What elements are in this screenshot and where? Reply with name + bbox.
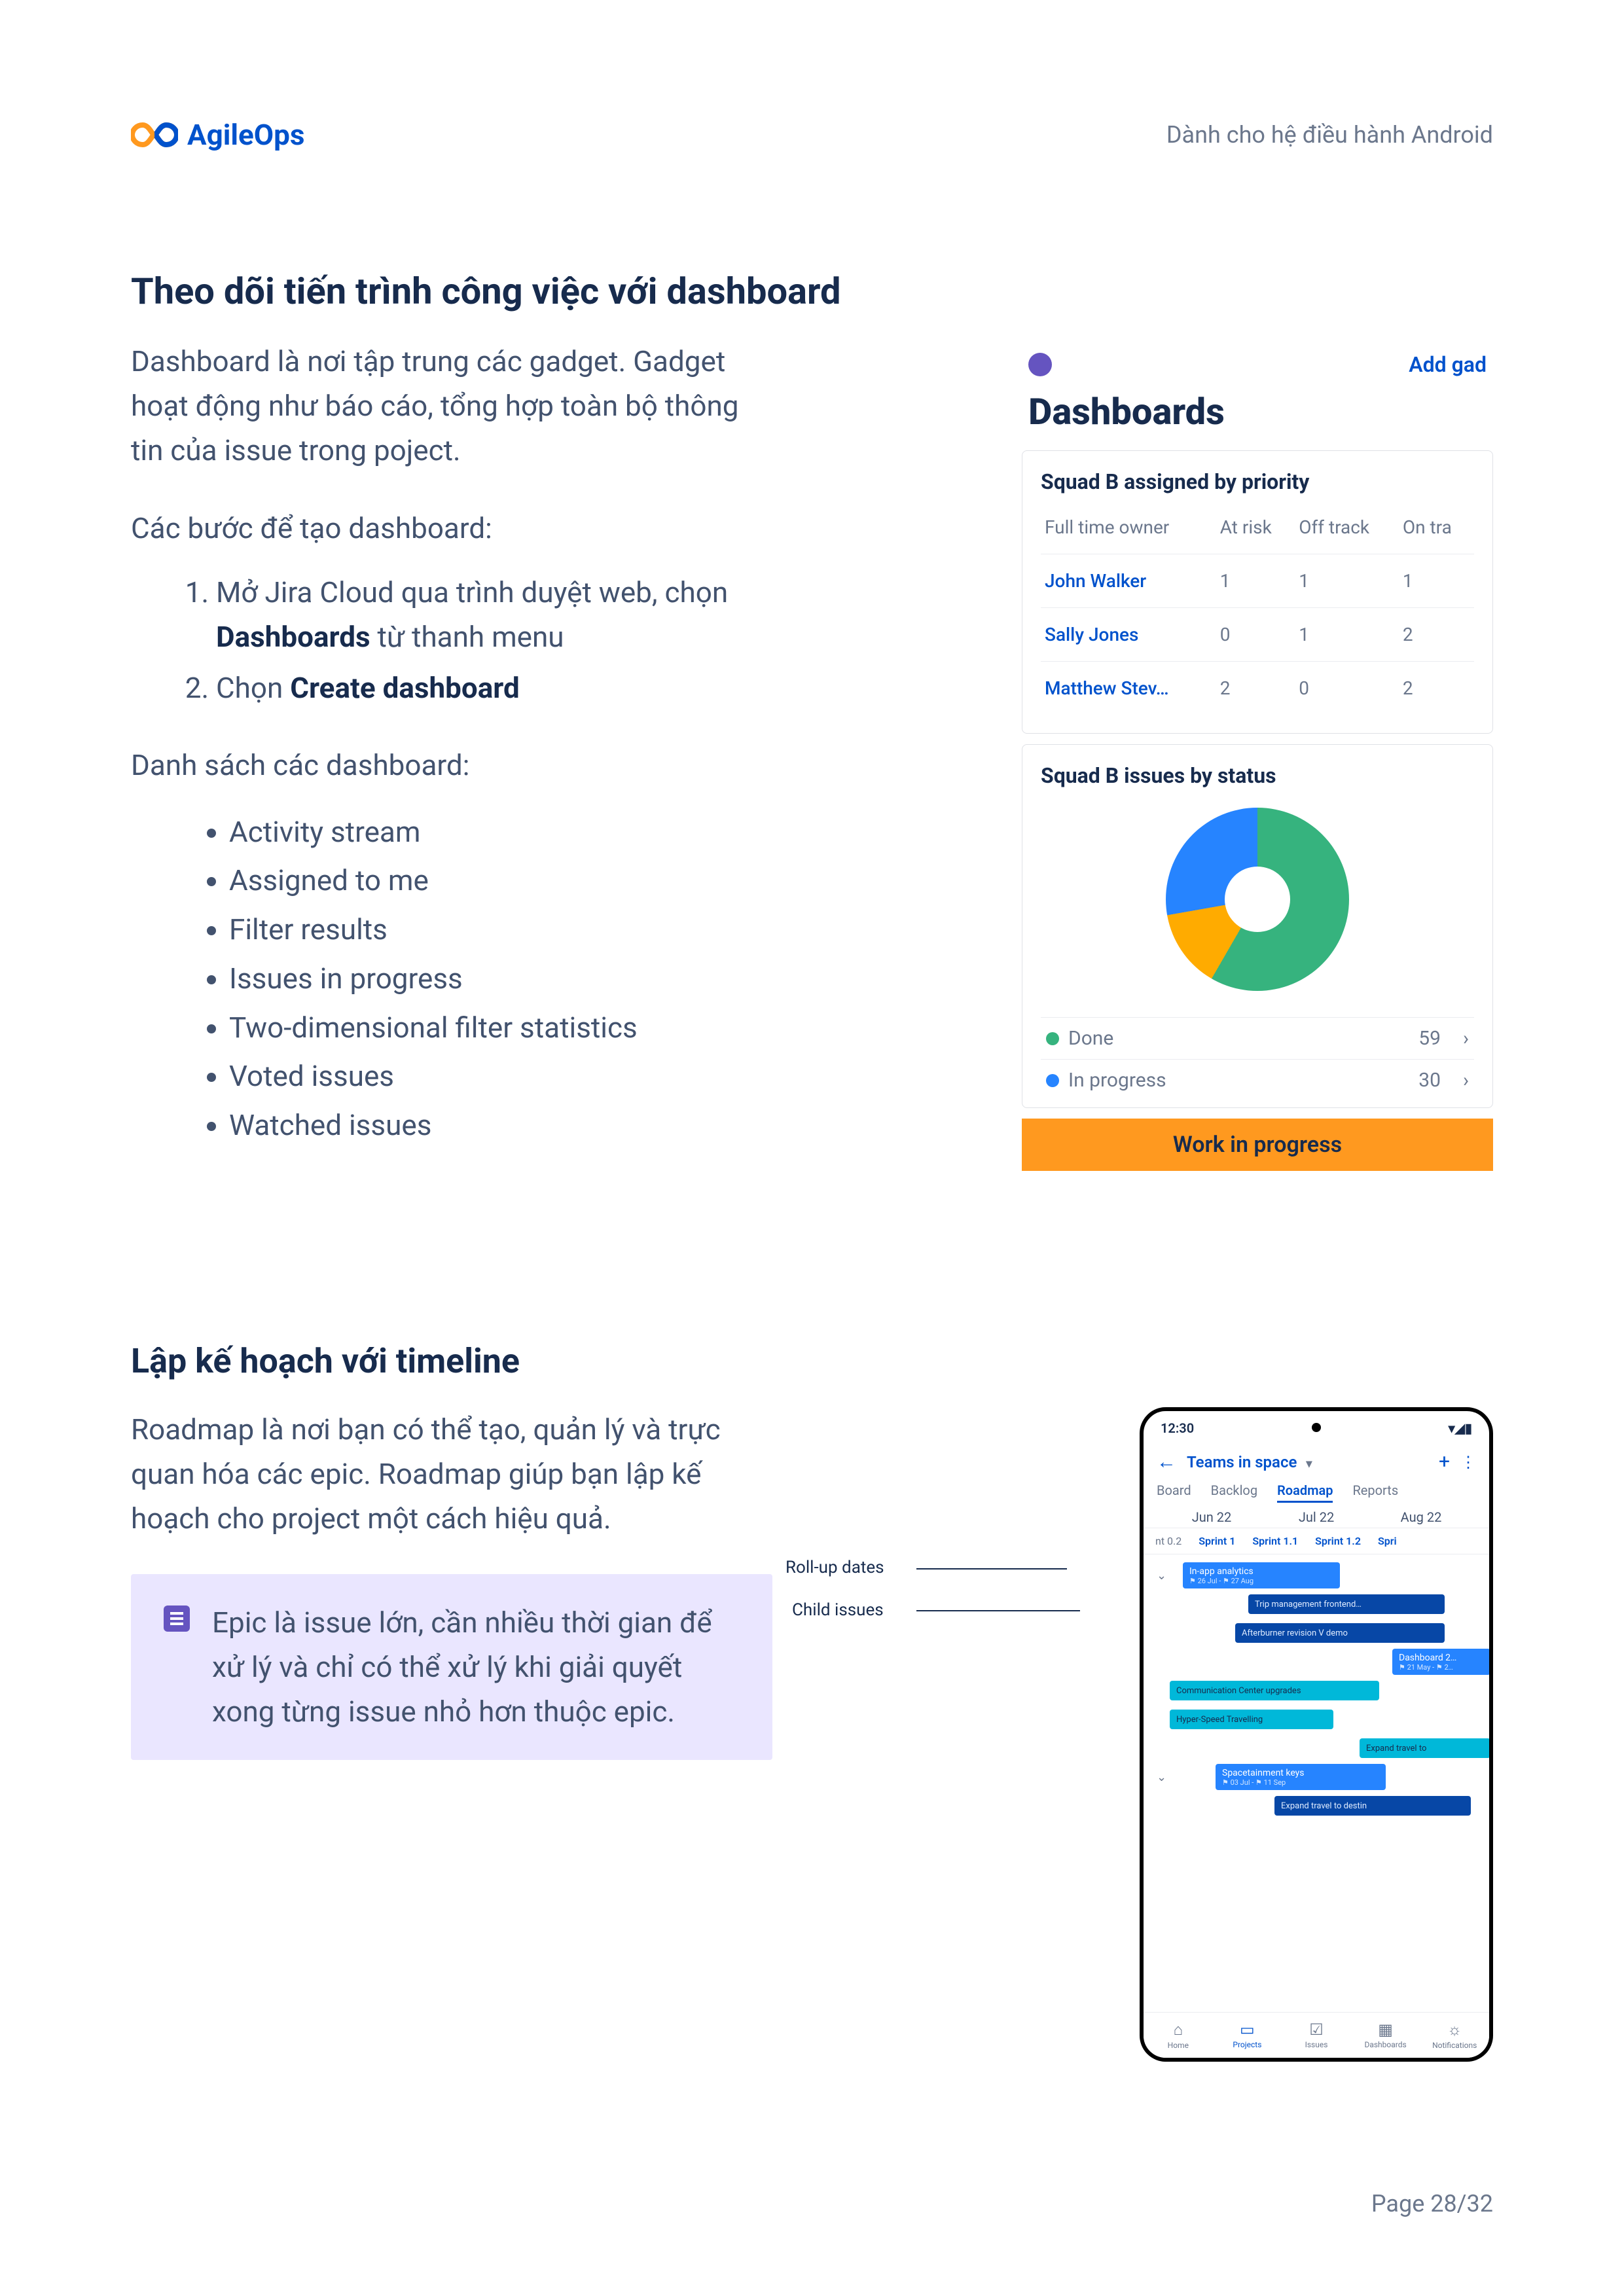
tab-roadmap[interactable]: Roadmap (1277, 1482, 1333, 1503)
tab-reports[interactable]: Reports (1352, 1482, 1398, 1503)
status-card: Squad B issues by status Done59› In prog… (1022, 744, 1493, 1108)
brand-logo: AgileOps (131, 118, 304, 152)
dot-icon (1046, 1074, 1059, 1087)
list-item: Assigned to me (229, 856, 772, 905)
donut-chart (1166, 808, 1349, 991)
add-button[interactable]: + (1439, 1450, 1450, 1473)
brand-name: AgileOps (187, 118, 304, 152)
roadmap-gantt: ⌄ In-app analytics⚑ 26 Jul - ⚑ 27 Aug Tri… (1144, 1554, 1489, 1827)
steps-list: Mở Jira Cloud qua trình duyệt web, chọn … (131, 570, 772, 711)
epic-bar[interactable]: In-app analytics⚑ 26 Jul - ⚑ 27 Aug (1183, 1562, 1340, 1588)
nav-projects[interactable]: ▭Projects (1213, 2020, 1282, 2050)
phone-camera-icon (1312, 1423, 1321, 1432)
col-atrisk: At risk (1216, 510, 1295, 554)
dashboard-screenshot: Add gad Dashboards Squad B assigned by p… (1022, 339, 1493, 1171)
card-title: Squad B issues by status (1041, 763, 1474, 788)
chevron-right-icon: › (1463, 1069, 1469, 1092)
priority-card: Squad B assigned by priority Full time o… (1022, 450, 1493, 734)
table-row[interactable]: John Walker111 (1041, 554, 1474, 608)
wip-banner: Work in progress (1022, 1119, 1493, 1171)
epic-callout: Epic là issue lớn, cần nhiều thời gian đ… (131, 1574, 772, 1761)
project-title[interactable]: Teams in space ▾ (1187, 1453, 1428, 1471)
epic-bar[interactable]: Spacetainment keys⚑ 03 Jul - ⚑ 11 Sep (1216, 1764, 1386, 1790)
child-issue-bar[interactable]: Afterburner revision V demo (1235, 1623, 1445, 1643)
page-header: AgileOps Dành cho hệ điều hành Android (131, 118, 1493, 152)
tab-backlog[interactable]: Backlog (1211, 1482, 1257, 1503)
bottom-nav: ⌂Home ▭Projects ☑Issues ▦Dashboards ☼Not… (1144, 2012, 1489, 2058)
epic-bar[interactable]: Expand travel to (1360, 1738, 1490, 1758)
list-item: Issues in progress (229, 954, 772, 1003)
card-title: Squad B assigned by priority (1041, 469, 1474, 494)
child-issue-bar[interactable]: Trip management frontend… (1248, 1594, 1445, 1614)
list-item: Voted issues (229, 1052, 772, 1101)
avatar[interactable] (1028, 353, 1052, 376)
signal-icon: ▾◢▮ (1449, 1420, 1472, 1436)
callout-text: Epic là issue lớn, cần nhiều thời gian đ… (212, 1600, 740, 1734)
nav-home[interactable]: ⌂Home (1144, 2020, 1213, 2050)
infinity-icon (131, 118, 178, 151)
note-icon (164, 1605, 190, 1632)
nav-issues[interactable]: ☑Issues (1282, 2020, 1351, 2050)
home-icon: ⌂ (1144, 2020, 1213, 2039)
annotation-line (916, 1568, 1067, 1570)
epic-bar[interactable]: Communication Center upgrades (1170, 1681, 1379, 1700)
col-ontrack: On tra (1399, 510, 1474, 554)
folder-icon: ▭ (1213, 2020, 1282, 2039)
dot-icon (1046, 1032, 1059, 1045)
intro-paragraph: Dashboard là nơi tập trung các gadget. G… (131, 339, 772, 473)
epic-bar[interactable]: Dashboard 2…⚑ 21 May - ⚑ 2… (1392, 1649, 1490, 1675)
annotation-rollup: Roll-up dates (785, 1558, 884, 1577)
legend-inprogress[interactable]: In progress30› (1041, 1059, 1474, 1101)
annotation-child: Child issues (792, 1600, 884, 1620)
list-item: Activity stream (229, 808, 772, 857)
section-2-heading: Lập kế hoạch với timeline (131, 1341, 1493, 1381)
month-header: Jun 22Jul 22Aug 22 (1144, 1507, 1489, 1528)
list-item: Two-dimensional filter statistics (229, 1003, 772, 1052)
annotation-line (916, 1610, 1080, 1611)
child-issue-bar[interactable]: Expand travel to destin (1274, 1796, 1471, 1816)
step-1: Mở Jira Cloud qua trình duyệt web, chọn … (216, 570, 772, 659)
project-tabs: Board Backlog Roadmap Reports (1144, 1479, 1489, 1507)
table-row[interactable]: Matthew Stev…202 (1041, 662, 1474, 715)
dashboard-icon: ▦ (1351, 2020, 1420, 2039)
chevron-down-icon[interactable]: ⌄ (1157, 1569, 1166, 1583)
issues-icon: ☑ (1282, 2020, 1351, 2039)
list-item: Filter results (229, 905, 772, 954)
phone-mockup: 12:30▾◢▮ ← Teams in space ▾ + ⋮ Board Ba… (1140, 1407, 1493, 2062)
priority-table: Full time ownerAt riskOff trackOn tra Jo… (1041, 510, 1474, 715)
dashboard-list: Activity stream Assigned to me Filter re… (131, 808, 772, 1151)
col-offtrack: Off track (1295, 510, 1399, 554)
chevron-down-icon: ▾ (1306, 1457, 1312, 1471)
nav-notifications[interactable]: ☼Notifications (1420, 2020, 1489, 2050)
dashboards-title: Dashboards (1022, 384, 1493, 440)
more-button[interactable]: ⋮ (1460, 1453, 1476, 1471)
epic-bar[interactable]: Hyper-Speed Travelling (1170, 1710, 1333, 1729)
timeline-intro: Roadmap là nơi bạn có thể tạo, quản lý v… (131, 1407, 772, 1541)
table-row[interactable]: Sally Jones012 (1041, 608, 1474, 662)
tab-board[interactable]: Board (1157, 1482, 1191, 1503)
nav-dashboards[interactable]: ▦Dashboards (1351, 2020, 1420, 2050)
col-owner: Full time owner (1041, 510, 1216, 554)
back-button[interactable]: ← (1157, 1450, 1176, 1473)
chevron-down-icon[interactable]: ⌄ (1157, 1770, 1166, 1784)
bell-icon: ☼ (1420, 2020, 1489, 2039)
legend-done[interactable]: Done59› (1041, 1017, 1474, 1059)
list-item: Watched issues (229, 1101, 772, 1150)
steps-intro: Các bước để tạo dashboard: (131, 506, 772, 550)
step-2: Chọn Create dashboard (216, 666, 772, 710)
page-footer: Page 28/32 (1371, 2190, 1493, 2217)
sprint-header: nt 0.2Sprint 1Sprint 1.1Sprint 1.2Spri (1144, 1528, 1489, 1554)
list-intro: Danh sách các dashboard: (131, 743, 772, 787)
add-gadget-link[interactable]: Add gad (1409, 352, 1487, 377)
header-subtitle: Dành cho hệ điều hành Android (1166, 121, 1493, 149)
section-1-heading: Theo dõi tiến trình công việc với dashbo… (131, 270, 1493, 313)
chevron-right-icon: › (1463, 1027, 1469, 1050)
